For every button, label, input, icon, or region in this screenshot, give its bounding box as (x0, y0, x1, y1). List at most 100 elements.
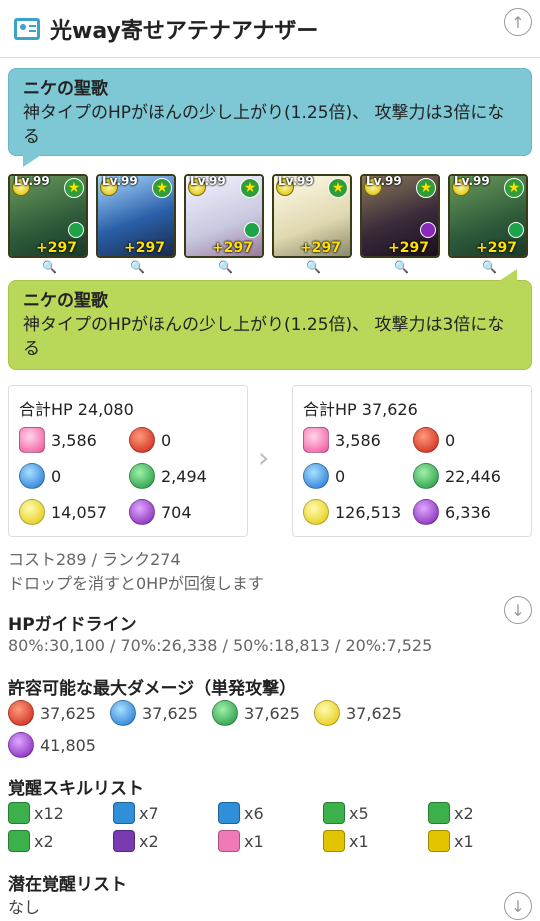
heart-orb-icon (19, 427, 45, 453)
max-damage-row: 37,625 37,625 37,625 37,625 (8, 700, 416, 726)
awakening-count: x2 (454, 803, 474, 823)
magnifier-icon[interactable]: 🔍 (42, 260, 57, 274)
level-label: Lv.99 (102, 174, 138, 188)
page-title: 光way寄せアテナアナザー (50, 18, 319, 44)
dark-damage-value: 41,805 (40, 735, 96, 755)
scroll-bottom-button[interactable]: ↓ (504, 892, 532, 920)
awakening-count: x1 (454, 831, 474, 851)
fire-damage-value: 37,625 (40, 703, 96, 723)
awakening-item: x1 (218, 830, 323, 852)
heal-stat: 3,586 (303, 426, 413, 454)
leader-skill-text: 神タイプのHPがほんの少し上がり(1.25倍)、 攻撃力は3倍になる (23, 315, 505, 359)
magnifier-icon[interactable]: 🔍 (306, 260, 321, 274)
app-header: 光way寄せアテナアナザー ↑ (0, 0, 540, 58)
team-card-3[interactable]: Lv.99 ★ +297 (184, 174, 264, 258)
dark-orb-icon (8, 732, 34, 758)
awakening-count: x7 (139, 803, 159, 823)
arrow-up-icon: ↑ (511, 12, 525, 32)
awakening-skill-icon (428, 830, 450, 852)
wood-orb-icon (413, 463, 439, 489)
star-icon: ★ (328, 178, 348, 198)
team-card-2[interactable]: Lv.99 ★ +297 (96, 174, 176, 258)
awakening-item: x1 (428, 830, 533, 852)
wood-stat: 22,446 (413, 462, 523, 490)
team-card-1[interactable]: Lv.99 ★ +297 (8, 174, 88, 258)
fire-damage: 37,625 (8, 700, 110, 726)
team-card-6[interactable]: Lv.99 ★ +297 (448, 174, 528, 258)
total-hp-label: 合計HP 24,080 (19, 400, 134, 419)
heal-stat: 3,586 (19, 426, 129, 454)
magnifier-icon[interactable]: 🔍 (482, 260, 497, 274)
max-damage-heading: 許容可能な最大ダメージ（単発攻撃） (8, 679, 297, 699)
plus-label: +297 (388, 240, 429, 256)
awakening-count: x5 (349, 803, 369, 823)
magnifier-icon[interactable]: 🔍 (394, 260, 409, 274)
plus-label: +297 (300, 240, 341, 256)
light-stat: 14,057 (19, 498, 129, 526)
water-value: 0 (335, 466, 346, 486)
water-orb-icon (19, 463, 45, 489)
team-card-4[interactable]: Lv.99 ★ +297 (272, 174, 352, 258)
latent-heading: 潜在覚醒リスト (8, 875, 127, 895)
awakening-count: x12 (34, 803, 64, 823)
star-icon: ★ (504, 178, 524, 198)
level-label: Lv.99 (190, 174, 226, 188)
awakening-item: x6 (218, 802, 323, 824)
team-row: Lv.99 ★ +297 Lv.99 ★ +297 Lv.99 ★ +297 L… (8, 174, 532, 274)
wood-orb-icon (212, 700, 238, 726)
awakening-skill-icon (8, 830, 30, 852)
light-value: 126,513 (335, 502, 402, 522)
magnifier-icon[interactable]: 🔍 (130, 260, 145, 274)
hp-guide-heading: HPガイドライン (8, 615, 137, 635)
fire-stat: 0 (413, 426, 523, 454)
stats-boost-panel: 合計HP 37,626 3,586 0 0 22,446 126,513 6,3… (292, 385, 532, 537)
wood-stat: 2,494 (129, 462, 239, 490)
max-damage-row-2: 41,805 (8, 732, 110, 758)
id-card-icon (14, 17, 40, 40)
water-stat: 0 (19, 462, 129, 490)
star-icon: ★ (64, 178, 84, 198)
team-card-5[interactable]: Lv.99 ★ +297 (360, 174, 440, 258)
level-label: Lv.99 (454, 174, 490, 188)
plus-label: +297 (212, 240, 253, 256)
dark-value: 6,336 (445, 502, 491, 522)
cost-rank-text: コスト289 / ランク274 (8, 550, 181, 569)
light-damage-value: 37,625 (346, 703, 402, 723)
fire-orb-icon (129, 427, 155, 453)
magnifier-icon[interactable]: 🔍 (218, 260, 233, 274)
sub-attribute-icon (244, 222, 260, 238)
awakening-count: x6 (244, 803, 264, 823)
awakening-count: x2 (34, 831, 54, 851)
water-orb-icon (303, 463, 329, 489)
awakening-count: x1 (349, 831, 369, 851)
awakening-item: x7 (113, 802, 218, 824)
dark-value: 704 (161, 502, 192, 522)
awakening-item: x2 (113, 830, 218, 852)
scroll-down-button[interactable]: ↓ (504, 596, 532, 624)
awakening-skill-icon (323, 802, 345, 824)
chevron-right-icon: › (258, 441, 270, 474)
awakening-grid: x12 x7 x6 x5 x2 x2 x2 x1 x1 x1 (8, 802, 533, 852)
leader-skill-title: ニケの聖歌 (23, 79, 108, 99)
dark-stat: 6,336 (413, 498, 523, 526)
water-damage: 37,625 (110, 700, 212, 726)
awakening-skill-icon (113, 802, 135, 824)
sub-attribute-icon (508, 222, 524, 238)
dark-orb-icon (129, 499, 155, 525)
light-orb-icon (19, 499, 45, 525)
fire-orb-icon (8, 700, 34, 726)
level-label: Lv.99 (14, 174, 50, 188)
fire-stat: 0 (129, 426, 239, 454)
light-value: 14,057 (51, 502, 107, 522)
light-damage: 37,625 (314, 700, 416, 726)
level-label: Lv.99 (366, 174, 402, 188)
scroll-top-button[interactable]: ↑ (504, 8, 532, 36)
leader-skill-text: 神タイプのHPがほんの少し上がり(1.25倍)、 攻撃力は3倍になる (23, 103, 505, 147)
awakening-item: x1 (323, 830, 428, 852)
wood-value: 22,446 (445, 466, 501, 486)
water-damage-value: 37,625 (142, 703, 198, 723)
awakening-skill-icon (8, 802, 30, 824)
star-icon: ★ (152, 178, 172, 198)
plus-label: +297 (36, 240, 77, 256)
total-hp-label: 合計HP 37,626 (303, 400, 418, 419)
